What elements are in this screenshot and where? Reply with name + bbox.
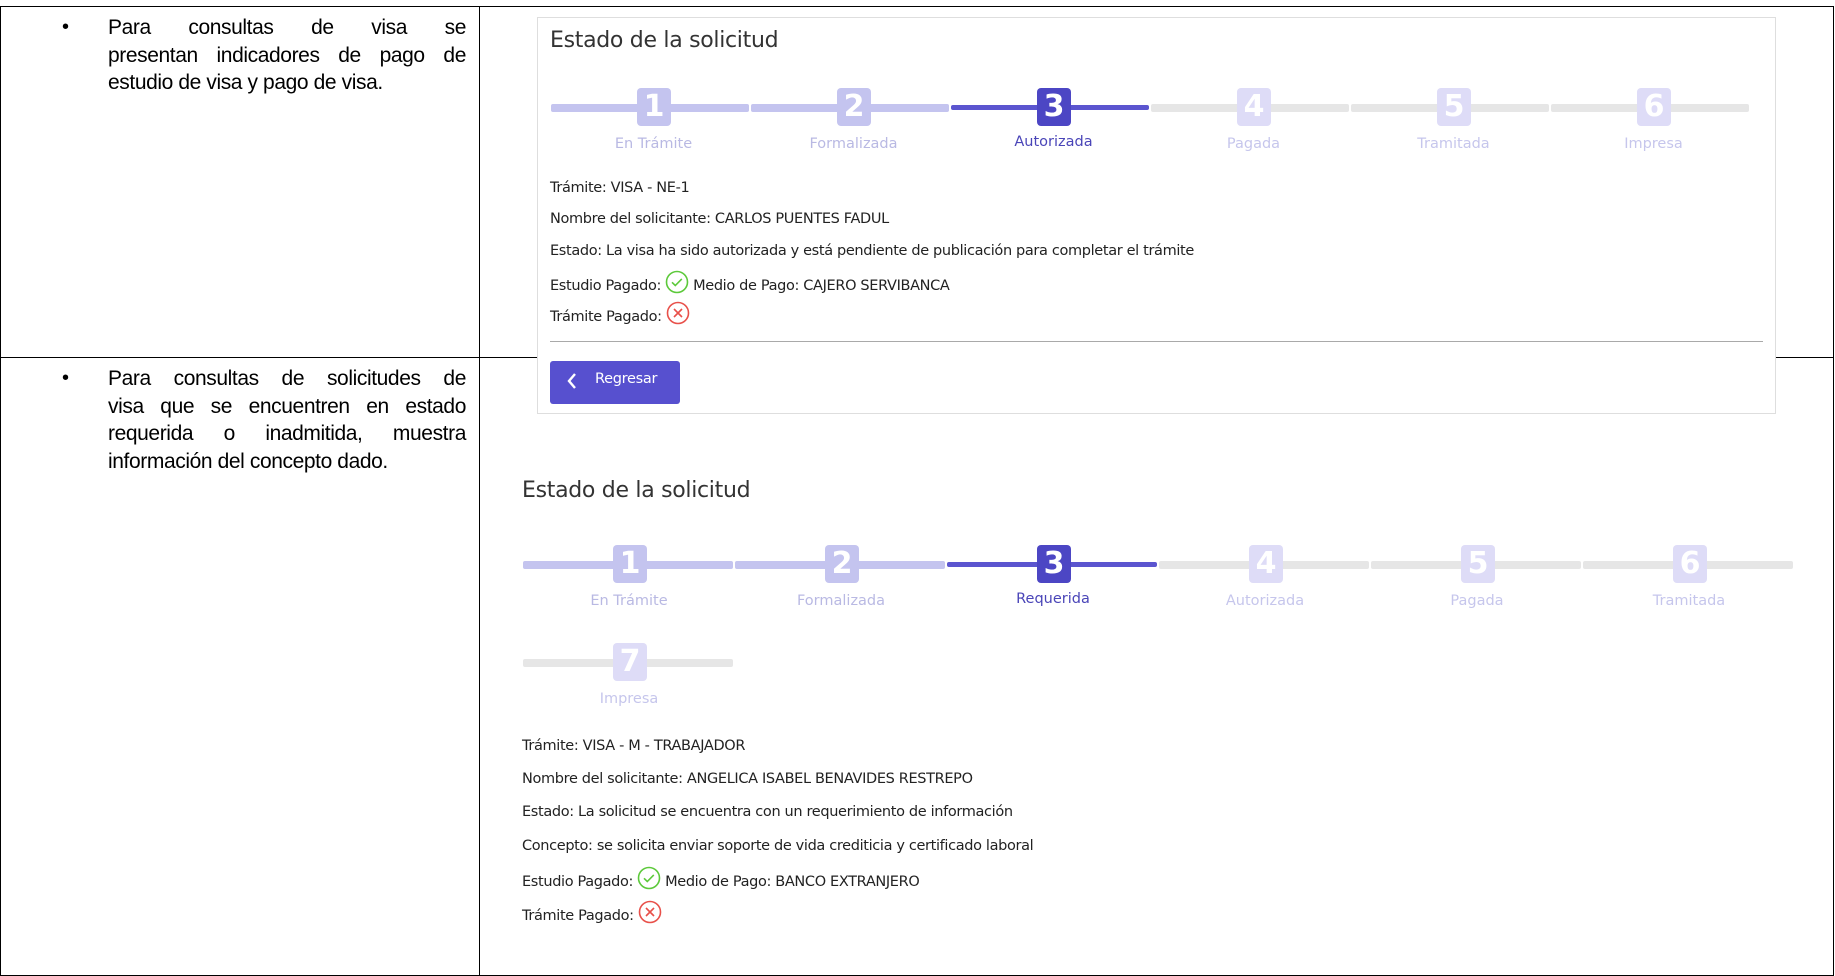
step-number: 7: [613, 643, 647, 681]
x-circle-icon: [666, 301, 690, 329]
estado-text: Estado: La visa ha sido autorizada y est…: [550, 243, 1194, 259]
tramite-text: Trámite: VISA - M - TRABAJADOR: [522, 738, 746, 754]
panel-divider: [550, 341, 1763, 342]
step-autorizada: 3 Autorizada: [951, 88, 1151, 168]
step-label: Tramitada: [1417, 136, 1490, 152]
step-number: 4: [1237, 88, 1271, 126]
solicitante-text: Nombre del solicitante: CARLOS PUENTES F…: [550, 211, 889, 227]
estado-text: Estado: La solicitud se encuentra con un…: [522, 804, 1013, 820]
estudio-pagado-row: Estudio Pagado: Medio de Pago: BANCO EXTR…: [522, 866, 920, 896]
row2-line-4: información del concepto dado.: [108, 449, 388, 473]
step-label: En Trámite: [590, 593, 668, 609]
row2-line-3: requerida o inadmitida, muestra: [108, 422, 466, 445]
row1-line-1: Para consultas de visa se: [108, 16, 466, 39]
chevron-left-icon: [566, 372, 578, 394]
step-tramitada: 5 Tramitada: [1351, 88, 1551, 168]
table-border-left: [0, 6, 1, 976]
step-number: 1: [637, 88, 671, 126]
step-en-tramite: 1 En Trámite: [551, 88, 751, 168]
tramite-text: Trámite: VISA - NE-1: [550, 180, 690, 196]
step-tramitada: 6 Tramitada: [1583, 545, 1795, 625]
medio-pago-text: Medio de Pago: BANCO EXTRANJERO: [665, 874, 920, 890]
step-pagada: 4 Pagada: [1151, 88, 1351, 168]
step-label: Impresa: [1624, 136, 1683, 152]
solicitante-text: Nombre del solicitante: ANGELICA ISABEL …: [522, 771, 973, 787]
bullet-icon: •: [62, 367, 69, 389]
table-border-top: [0, 6, 1834, 7]
step-label: Autorizada: [1014, 134, 1093, 150]
tramite-pagado-row: Trámite Pagado:: [550, 301, 694, 331]
step-label: Impresa: [599, 691, 659, 707]
row2-line-2: visa que se encuentren en estado: [108, 394, 466, 418]
row2-line-1: Para consultas de solicitudes de: [108, 367, 466, 390]
step-label: Pagada: [1450, 593, 1504, 609]
step-number: 2: [825, 545, 859, 583]
step-en-tramite: 1 En Trámite: [523, 545, 735, 625]
page-title: Estado de la solicitud: [522, 478, 751, 503]
step-label: En Trámite: [614, 136, 693, 152]
tramite-pagado-row: Trámite Pagado:: [522, 900, 666, 930]
step-number: 1: [613, 545, 647, 583]
step-label: Formalizada: [796, 593, 886, 609]
step-number: 5: [1437, 88, 1471, 126]
step-number: 3: [1037, 88, 1071, 126]
bullet-icon: •: [62, 16, 69, 38]
x-circle-icon: [638, 900, 662, 928]
tramite-pagado-label: Trámite Pagado:: [522, 908, 634, 924]
estudio-pagado-row: Estudio Pagado: Medio de Pago: CAJERO SER…: [550, 270, 950, 300]
check-circle-icon: [637, 866, 661, 894]
row1-line-3: estudio de visa y pago de visa.: [108, 71, 383, 94]
estudio-pagado-label: Estudio Pagado:: [550, 278, 662, 294]
step-number: 5: [1461, 545, 1495, 583]
step-pagada: 5 Pagada: [1371, 545, 1583, 625]
step-impresa: 7 Impresa: [523, 643, 735, 723]
step-autorizada: 4 Autorizada: [1159, 545, 1371, 625]
step-number: 3: [1037, 545, 1071, 583]
table-column-divider: [479, 6, 480, 976]
step-label: Pagada: [1226, 136, 1281, 152]
step-impresa: 6 Impresa: [1551, 88, 1751, 168]
regresar-button[interactable]: Regresar: [550, 361, 680, 404]
estudio-pagado-label: Estudio Pagado:: [522, 874, 634, 890]
step-label: Tramitada: [1652, 593, 1726, 609]
step-label: Formalizada: [809, 136, 898, 152]
row2-description: • Para consultas de solicitudes de visa …: [62, 365, 466, 475]
step-formalizada: 2 Formalizada: [751, 88, 951, 168]
medio-pago-text: Medio de Pago: CAJERO SERVIBANCA: [693, 278, 950, 294]
check-circle-icon: [665, 270, 689, 298]
step-label: Requerida: [1016, 591, 1090, 607]
table-border-right: [1833, 6, 1834, 976]
page-title: Estado de la solicitud: [550, 28, 779, 53]
concepto-text: Concepto: se solicita enviar soporte de …: [522, 838, 1034, 854]
step-requerida: 3 Requerida: [947, 545, 1159, 625]
row1-description: • Para consultas de visa se presentan in…: [62, 14, 466, 97]
step-number: 6: [1637, 88, 1671, 126]
step-formalizada: 2 Formalizada: [735, 545, 947, 625]
step-number: 6: [1673, 545, 1707, 583]
regresar-label: Regresar: [595, 371, 658, 387]
step-label: Autorizada: [1225, 593, 1305, 609]
row1-line-2: presentan indicadores de pago de: [108, 43, 466, 67]
step-number: 2: [837, 88, 871, 126]
tramite-pagado-label: Trámite Pagado:: [550, 309, 662, 325]
step-number: 4: [1249, 545, 1283, 583]
